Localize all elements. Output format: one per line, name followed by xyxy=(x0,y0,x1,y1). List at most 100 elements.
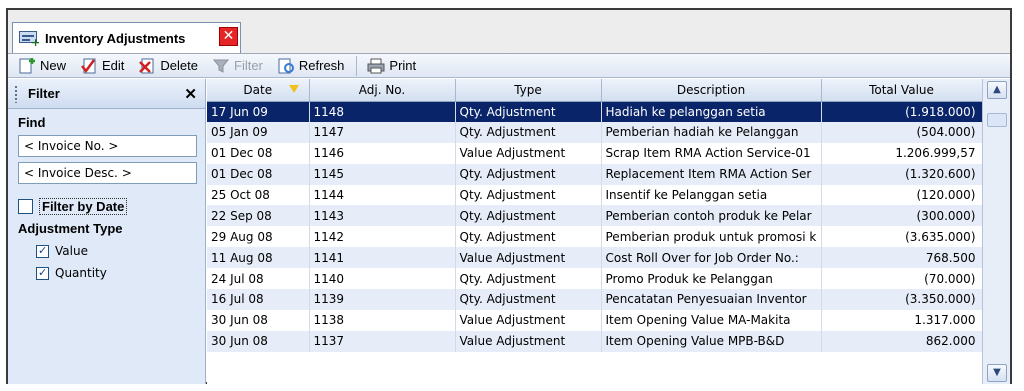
cell-type: Value Adjustment xyxy=(455,309,602,331)
cell-total-value: (1.918.000) xyxy=(821,101,983,122)
invoice-desc-input[interactable]: < Invoice Desc. > xyxy=(18,162,197,184)
new-button[interactable]: New xyxy=(16,55,68,77)
cell-type: Qty. Adjustment xyxy=(455,101,602,122)
cell-description: Replacement Item RMA Action Ser xyxy=(601,163,822,185)
cell-date: 25 Oct 08 xyxy=(207,184,310,206)
filter-by-date-checkbox[interactable]: Filter by Date xyxy=(18,198,205,215)
cell-type: Qty. Adjustment xyxy=(455,226,602,248)
cell-date: 29 Aug 08 xyxy=(207,226,310,248)
checkbox-checked-icon[interactable] xyxy=(36,266,49,280)
cell-description: Item Opening Value MA-Makita xyxy=(601,309,822,331)
cell-date: 30 Jun 08 xyxy=(207,330,310,352)
value-checkbox[interactable]: Value xyxy=(36,244,205,258)
printer-icon xyxy=(367,58,385,74)
cell-description: Scrap Item RMA Action Service-01 xyxy=(601,142,822,164)
filter-panel: Filter ✕ Find < Invoice No. > < Invoice … xyxy=(8,79,206,384)
cell-adj-no: 1144 xyxy=(309,184,456,206)
cell-adj-no: 1138 xyxy=(309,309,456,331)
cell-description: Cost Roll Over for Job Order No.: xyxy=(601,247,822,269)
cell-type: Value Adjustment xyxy=(455,142,602,164)
table-row[interactable]: 25 Oct 08 1144 Qty. Adjustment Insentif ke … xyxy=(207,184,983,206)
sort-desc-icon xyxy=(288,85,299,93)
print-button[interactable]: Print xyxy=(365,55,418,77)
cell-date: 05 Jan 09 xyxy=(207,121,310,143)
table-row[interactable]: 11 Aug 08 1141 Value Adjustment Cost Roll O… xyxy=(207,247,983,269)
quantity-checkbox[interactable]: Quantity xyxy=(36,266,205,280)
table-row[interactable]: 22 Sep 08 1143 Qty. Adjustment Pemberian co… xyxy=(207,205,983,227)
table-row[interactable]: 01 Dec 08 1146 Value Adjustment Scrap Item … xyxy=(207,142,983,164)
inventory-form-icon: + xyxy=(19,29,40,48)
cell-total-value: 862.000 xyxy=(821,330,983,352)
checkbox-checked-icon[interactable] xyxy=(36,244,49,258)
edit-button[interactable]: Edit xyxy=(78,55,126,77)
column-header-adj-no[interactable]: Adj. No. xyxy=(309,79,456,102)
column-header-date[interactable]: Date xyxy=(207,79,310,102)
drag-grip-icon[interactable] xyxy=(14,84,18,103)
close-icon[interactable]: ✕ xyxy=(184,85,197,103)
scroll-up-icon[interactable]: ▲ xyxy=(987,81,1007,99)
cell-adj-no: 1145 xyxy=(309,163,456,185)
cell-date: 16 Jul 08 xyxy=(207,289,310,310)
cell-description: Pemberian hadiah ke Pelanggan xyxy=(601,121,822,143)
column-header-total-value[interactable]: Total Value xyxy=(821,79,983,102)
cell-adj-no: 1139 xyxy=(309,289,456,310)
cell-date: 01 Dec 08 xyxy=(207,163,310,185)
scroll-thumb[interactable] xyxy=(987,113,1007,127)
filter-panel-header: Filter ✕ xyxy=(8,79,205,109)
table-row[interactable]: 16 Jul 08 1139 Qty. Adjustment Pencatatan P… xyxy=(207,289,983,310)
column-header-description[interactable]: Description xyxy=(601,79,822,102)
table-row[interactable]: 05 Jan 09 1147 Qty. Adjustment Pemberian ha… xyxy=(207,121,983,143)
grid-header-row: Date Adj. No. Type Description Total Val… xyxy=(207,79,983,102)
vertical-scrollbar[interactable]: ▲ ▼ xyxy=(982,79,1010,384)
table-row[interactable]: 24 Jul 08 1140 Qty. Adjustment Promo Produk… xyxy=(207,268,983,290)
table-row[interactable]: 29 Aug 08 1142 Qty. Adjustment Pemberian pr… xyxy=(207,226,983,248)
tab-inventory-adjustments[interactable]: + Inventory Adjustments ✕ xyxy=(12,22,241,53)
cell-total-value: (3.350.000) xyxy=(821,289,983,310)
cell-total-value: (70.000) xyxy=(821,268,983,290)
find-label: Find xyxy=(18,115,46,130)
cell-description: Item Opening Value MPB-B&D xyxy=(601,330,822,352)
cell-type: Qty. Adjustment xyxy=(455,184,602,206)
table-row[interactable]: 01 Dec 08 1145 Qty. Adjustment Replacement … xyxy=(207,163,983,185)
cell-description: Pencatatan Penyesuaian Inventor xyxy=(601,289,822,310)
cell-type: Qty. Adjustment xyxy=(455,121,602,143)
inventory-adjustments-window: + Inventory Adjustments ✕ New Edit Delet… xyxy=(6,8,1012,384)
cell-adj-no: 1140 xyxy=(309,268,456,290)
toolbar-separator xyxy=(356,55,358,76)
filter-button[interactable]: Filter xyxy=(210,55,265,77)
table-row[interactable]: 30 Jun 08 1137 Value Adjustment Item Openin… xyxy=(207,330,983,352)
toolbar: New Edit Delete Filter Refresh Print xyxy=(8,54,1010,78)
refresh-button[interactable]: Refresh xyxy=(275,55,347,77)
cell-total-value: 1.206.999,57 xyxy=(821,142,983,164)
cell-total-value: (504.000) xyxy=(821,121,983,143)
checkbox-icon[interactable] xyxy=(18,199,33,214)
cell-description: Hadiah ke pelanggan setia xyxy=(601,101,822,122)
edit-check-icon xyxy=(80,58,98,74)
cell-description: Promo Produk ke Pelanggan xyxy=(601,268,822,290)
cell-total-value: (120.000) xyxy=(821,184,983,206)
cell-adj-no: 1141 xyxy=(309,247,456,269)
cell-adj-no: 1143 xyxy=(309,205,456,227)
tab-label: Inventory Adjustments xyxy=(45,30,186,46)
delete-button[interactable]: Delete xyxy=(136,55,200,77)
cell-adj-no: 1142 xyxy=(309,226,456,248)
tab-strip: + Inventory Adjustments ✕ xyxy=(8,10,1010,54)
cell-total-value: (1.320.600) xyxy=(821,163,983,185)
close-tab-icon[interactable]: ✕ xyxy=(219,27,238,46)
cell-type: Value Adjustment xyxy=(455,330,602,352)
filter-by-date-label: Filter by Date xyxy=(39,198,128,215)
cell-total-value: 768.500 xyxy=(821,247,983,269)
quantity-label: Quantity xyxy=(55,266,107,280)
cell-type: Qty. Adjustment xyxy=(455,268,602,290)
cell-total-value: 1.317.000 xyxy=(821,309,983,331)
cell-total-value: (300.000) xyxy=(821,205,983,227)
table-row[interactable]: 30 Jun 08 1138 Value Adjustment Item Openin… xyxy=(207,309,983,331)
scroll-down-icon[interactable]: ▼ xyxy=(987,364,1007,382)
table-row[interactable]: 17 Jun 09 1148 Qty. Adjustment Hadiah ke pe… xyxy=(207,101,983,122)
cell-adj-no: 1146 xyxy=(309,142,456,164)
cell-total-value: (3.635.000) xyxy=(821,226,983,248)
invoice-no-input[interactable]: < Invoice No. > xyxy=(18,135,197,157)
column-header-type[interactable]: Type xyxy=(455,79,602,102)
cell-type: Value Adjustment xyxy=(455,247,602,269)
cell-date: 30 Jun 08 xyxy=(207,309,310,331)
